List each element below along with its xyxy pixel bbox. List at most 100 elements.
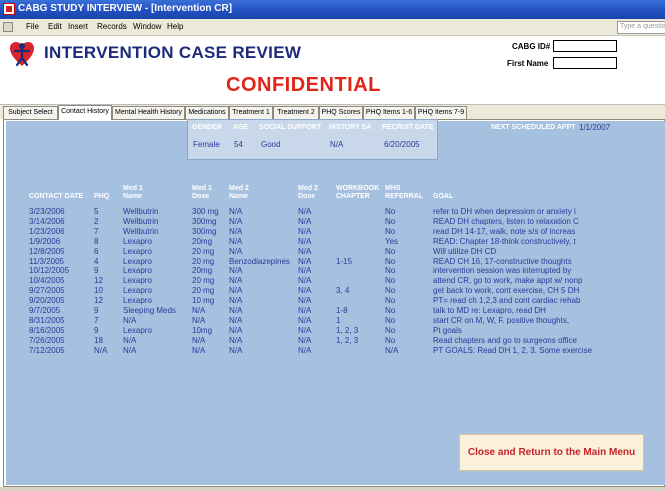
med1-dose-cell[interactable]: N/A xyxy=(192,316,205,325)
menu-help[interactable]: Help xyxy=(167,22,183,31)
med2-name-cell[interactable]: N/A xyxy=(229,237,242,246)
mhs-referral-cell[interactable]: No xyxy=(385,316,395,325)
tab-mental-health-history[interactable]: Mental Health History xyxy=(112,106,185,119)
goal-cell[interactable]: Will utilize DH CD xyxy=(433,247,496,256)
mhs-referral-cell[interactable]: No xyxy=(385,227,395,236)
phq-cell[interactable]: 7 xyxy=(94,227,98,236)
med1-dose-cell[interactable]: N/A xyxy=(192,336,205,345)
workbook-chapter-cell[interactable]: 1-15 xyxy=(336,257,352,266)
med1-dose-cell[interactable]: 300mg xyxy=(192,217,216,226)
med1-name-cell[interactable]: N/A xyxy=(123,336,136,345)
med2-name-cell[interactable]: N/A xyxy=(229,207,242,216)
mhs-referral-cell[interactable]: No xyxy=(385,276,395,285)
med1-name-cell[interactable]: Lexapro xyxy=(123,286,152,295)
contact-date-cell[interactable]: 9/27/2005 xyxy=(29,286,65,295)
goal-cell[interactable]: attend CR, go to work, make appt w/ nonp xyxy=(433,276,582,285)
med2-name-cell[interactable]: N/A xyxy=(229,247,242,256)
phq-cell[interactable]: 2 xyxy=(94,217,98,226)
med2-dose-cell[interactable]: N/A xyxy=(298,286,311,295)
med2-dose-cell[interactable]: N/A xyxy=(298,346,311,355)
med1-name-cell[interactable]: Lexapro xyxy=(123,257,152,266)
goal-cell[interactable]: start CR on M, W, F. positive thoughts, xyxy=(433,316,569,325)
med2-dose-cell[interactable]: N/A xyxy=(298,336,311,345)
workbook-chapter-cell[interactable]: 1 xyxy=(336,316,340,325)
tab-phq-items-7-9[interactable]: PHQ Items 7-9 xyxy=(415,106,467,119)
goal-cell[interactable]: Read chapters and go to surgeons office xyxy=(433,336,577,345)
goal-cell[interactable]: Pt goals xyxy=(433,326,462,335)
mhs-referral-cell[interactable]: No xyxy=(385,286,395,295)
med2-dose-cell[interactable]: N/A xyxy=(298,237,311,246)
mhs-referral-cell[interactable]: Yes xyxy=(385,237,398,246)
goal-cell[interactable]: READ: Chapter 18-think constructively, t xyxy=(433,237,576,246)
med2-dose-cell[interactable]: N/A xyxy=(298,266,311,275)
mhs-referral-cell[interactable]: No xyxy=(385,247,395,256)
goal-cell[interactable]: talk to MD re: Lexapro, read DH xyxy=(433,306,546,315)
med1-name-cell[interactable]: Lexapro xyxy=(123,266,152,275)
menu-records[interactable]: Records xyxy=(97,22,127,31)
phq-cell[interactable]: N/A xyxy=(94,346,107,355)
med1-dose-cell[interactable]: 20 mg xyxy=(192,276,214,285)
med2-dose-cell[interactable]: N/A xyxy=(298,316,311,325)
ask-question-input[interactable]: Type a question for help xyxy=(617,21,665,34)
contact-date-cell[interactable]: 8/31/2005 xyxy=(29,316,65,325)
goal-cell[interactable]: read DH 14-17, walk, note s/s of increas xyxy=(433,227,575,236)
mhs-referral-cell[interactable]: No xyxy=(385,266,395,275)
med1-dose-cell[interactable]: N/A xyxy=(192,346,205,355)
med1-dose-cell[interactable]: 20mg xyxy=(192,266,212,275)
cabg-id-field[interactable] xyxy=(553,40,617,52)
goal-cell[interactable]: PT GOALS: Read DH 1, 2, 3. Some exercise xyxy=(433,346,592,355)
med1-name-cell[interactable]: Wellbutrin xyxy=(123,207,158,216)
contact-date-cell[interactable]: 10/4/2005 xyxy=(29,276,65,285)
menu-file[interactable]: File xyxy=(26,22,39,31)
goal-cell[interactable]: READ CH 16, 17-constructive thoughts xyxy=(433,257,572,266)
med2-dose-cell[interactable]: N/A xyxy=(298,296,311,305)
tab-contact-history[interactable]: Contact History xyxy=(58,105,112,120)
contact-date-cell[interactable]: 8/16/2005 xyxy=(29,326,65,335)
med2-name-cell[interactable]: N/A xyxy=(229,326,242,335)
phq-cell[interactable]: 4 xyxy=(94,257,98,266)
med2-name-cell[interactable]: N/A xyxy=(229,276,242,285)
contact-date-cell[interactable]: 3/23/2006 xyxy=(29,207,65,216)
contact-date-cell[interactable]: 12/8/2005 xyxy=(29,247,65,256)
med2-name-cell[interactable]: N/A xyxy=(229,266,242,275)
med1-name-cell[interactable]: N/A xyxy=(123,316,136,325)
goal-cell[interactable]: get back to work, cont exercise, CH 5 DH xyxy=(433,286,579,295)
phq-cell[interactable]: 9 xyxy=(94,266,98,275)
med1-name-cell[interactable]: Sleeping Meds xyxy=(123,306,176,315)
contact-date-cell[interactable]: 9/20/2005 xyxy=(29,296,65,305)
mhs-referral-cell[interactable]: No xyxy=(385,207,395,216)
med2-name-cell[interactable]: N/A xyxy=(229,217,242,226)
med2-dose-cell[interactable]: N/A xyxy=(298,217,311,226)
tab-treatment-1[interactable]: Treatment 1 xyxy=(229,106,273,119)
med2-dose-cell[interactable]: N/A xyxy=(298,227,311,236)
workbook-chapter-cell[interactable]: 1, 2, 3 xyxy=(336,336,358,345)
tab-medications[interactable]: Medications xyxy=(185,106,229,119)
phq-cell[interactable]: 8 xyxy=(94,237,98,246)
med2-dose-cell[interactable]: N/A xyxy=(298,257,311,266)
med1-dose-cell[interactable]: 300 mg xyxy=(192,207,219,216)
med1-dose-cell[interactable]: 10 mg xyxy=(192,296,214,305)
med1-name-cell[interactable]: Lexapro xyxy=(123,326,152,335)
tab-phq-scores[interactable]: PHQ Scores xyxy=(319,106,363,119)
mhs-referral-cell[interactable]: No xyxy=(385,326,395,335)
med2-name-cell[interactable]: N/A xyxy=(229,336,242,345)
contact-date-cell[interactable]: 7/12/2005 xyxy=(29,346,65,355)
phq-cell[interactable]: 6 xyxy=(94,247,98,256)
med2-dose-cell[interactable]: N/A xyxy=(298,276,311,285)
med1-name-cell[interactable]: Lexapro xyxy=(123,237,152,246)
contact-date-cell[interactable]: 9/7/2005 xyxy=(29,306,60,315)
workbook-chapter-cell[interactable]: 1-8 xyxy=(336,306,348,315)
tab-subject-select[interactable]: Subject Select xyxy=(3,106,58,119)
med2-name-cell[interactable]: N/A xyxy=(229,306,242,315)
phq-cell[interactable]: 7 xyxy=(94,316,98,325)
contact-date-cell[interactable]: 7/26/2005 xyxy=(29,336,65,345)
contact-date-cell[interactable]: 3/14/2006 xyxy=(29,217,65,226)
goal-cell[interactable]: READ DH chapters, listen to relaxation C xyxy=(433,217,579,226)
phq-cell[interactable]: 12 xyxy=(94,276,103,285)
phq-cell[interactable]: 9 xyxy=(94,326,98,335)
mhs-referral-cell[interactable]: No xyxy=(385,257,395,266)
med2-dose-cell[interactable]: N/A xyxy=(298,326,311,335)
med1-dose-cell[interactable]: 10mg xyxy=(192,326,212,335)
contact-date-cell[interactable]: 11/3/2005 xyxy=(29,257,64,266)
form-icon[interactable] xyxy=(3,22,13,32)
